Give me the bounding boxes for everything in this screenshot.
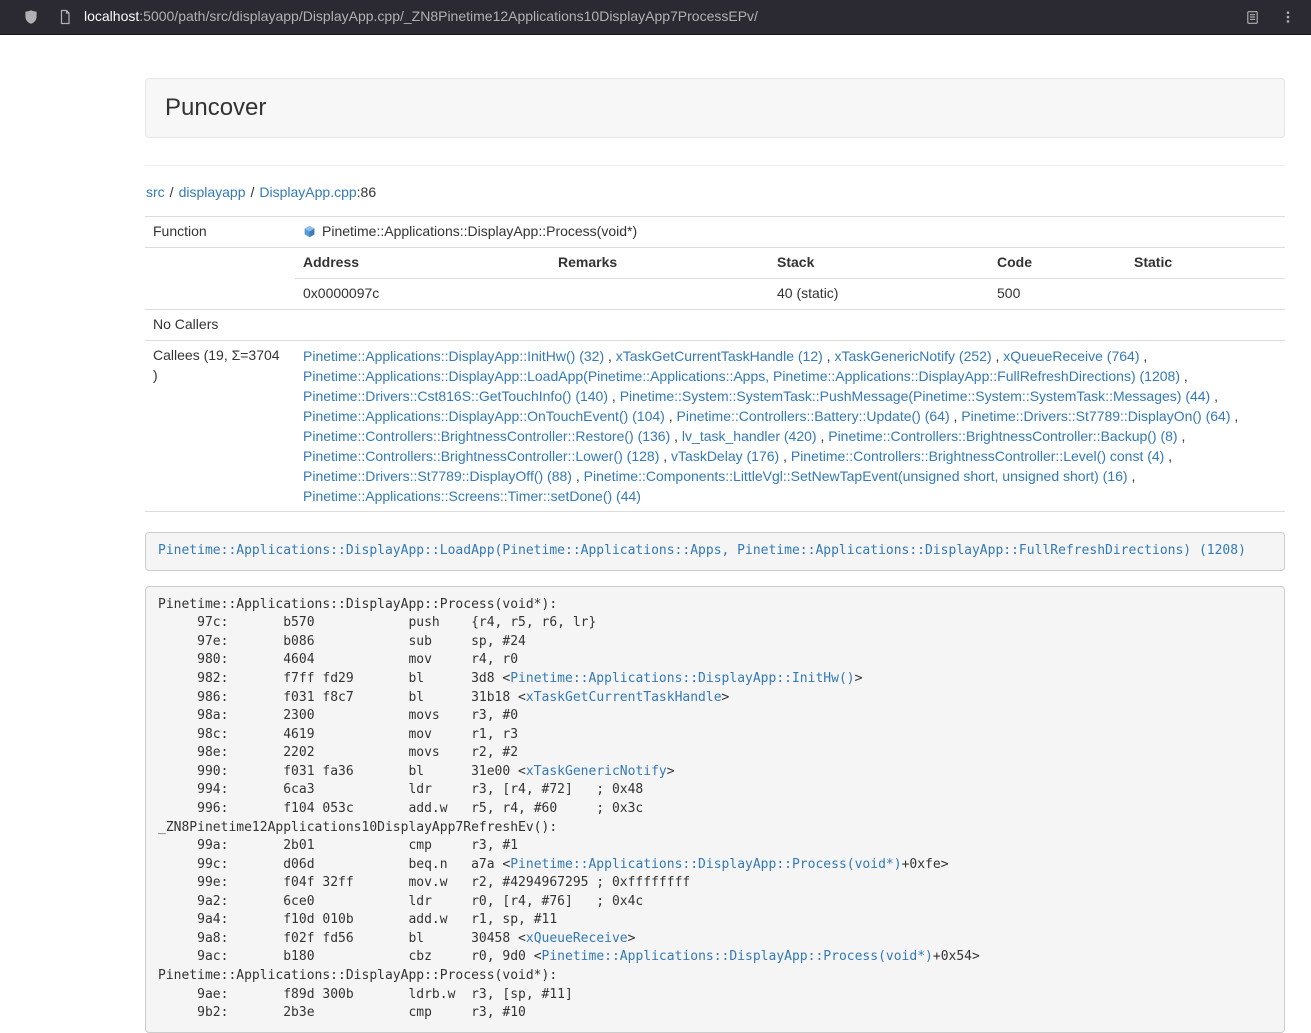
callee-link[interactable]: Pinetime::Controllers::BrightnessControl… [791, 448, 1164, 464]
selected-symbol-box: Pinetime::Applications::DisplayApp::Load… [145, 532, 1285, 571]
symbol-link[interactable]: Pinetime::Applications::DisplayApp::Proc… [510, 857, 901, 872]
breadcrumb-link-file[interactable]: DisplayApp.cpp [259, 184, 356, 200]
column-header-address: Address [295, 248, 550, 278]
callees-list: Pinetime::Applications::DisplayApp::Init… [295, 341, 1285, 512]
function-row: Function Pinetime::Applications::Display… [145, 217, 1285, 248]
reader-mode-icon[interactable] [1241, 6, 1263, 28]
breadcrumb: src/displayapp/DisplayApp.cpp:86 [146, 183, 1285, 203]
main-content: Puncover src/displayapp/DisplayApp.cpp:8… [145, 78, 1285, 1033]
callee-link[interactable]: Pinetime::Controllers::BrightnessControl… [303, 428, 670, 444]
callee-link[interactable]: Pinetime::Drivers::Cst816S::GetTouchInfo… [303, 388, 608, 404]
breadcrumb-link-src[interactable]: src [146, 184, 165, 200]
stats-header-row: Address Remarks Stack Code Static [295, 248, 1285, 278]
callee-link[interactable]: xTaskGenericNotify (252) [834, 348, 991, 364]
page-title: Puncover [165, 94, 266, 121]
callee-link[interactable]: xQueueReceive (764) [1003, 348, 1139, 364]
breadcrumb-separator: / [251, 184, 255, 200]
address-value: 0x0000097c [295, 279, 550, 309]
stats-row: Address Remarks Stack Code Static 0x0000… [145, 248, 1285, 310]
callees-label: Callees (19, Σ=3704 ) [145, 341, 295, 512]
stack-value: 40 (static) [769, 279, 989, 309]
function-label: Function [145, 217, 295, 248]
breadcrumb-link-displayapp[interactable]: displayapp [179, 184, 246, 200]
static-value [1126, 279, 1285, 309]
stats-table-cell: Address Remarks Stack Code Static 0x0000… [295, 248, 1285, 310]
callee-link[interactable]: Pinetime::Controllers::BrightnessControl… [828, 428, 1177, 444]
callee-link[interactable]: Pinetime::System::SystemTask::PushMessag… [620, 388, 1211, 404]
document-icon[interactable] [54, 6, 76, 28]
url-bar[interactable]: localhost:5000/path/src/displayapp/Displ… [84, 7, 1241, 27]
callee-link[interactable]: Pinetime::Controllers::BrightnessControl… [303, 448, 659, 464]
no-callers-cell [295, 310, 1285, 341]
breadcrumb-separator: / [170, 184, 174, 200]
url-path: :5000/path/src/displayapp/DisplayApp.cpp… [139, 8, 758, 24]
url-host: localhost [84, 8, 139, 24]
column-header-static: Static [1126, 248, 1285, 278]
symbol-stats-table: Address Remarks Stack Code Static 0x0000… [295, 248, 1285, 309]
symbol-link[interactable]: Pinetime::Applications::DisplayApp::Proc… [542, 949, 933, 964]
no-callers-row: No Callers [145, 310, 1285, 341]
callee-link[interactable]: vTaskDelay (176) [671, 448, 779, 464]
empty-label-cell [145, 248, 295, 310]
toolbar-right-group [1241, 6, 1299, 28]
symbol-link[interactable]: Pinetime::Applications::DisplayApp::Init… [510, 671, 854, 686]
callees-row: Callees (19, Σ=3704 ) Pinetime::Applicat… [145, 341, 1285, 512]
code-value: 500 [989, 279, 1126, 309]
callee-link[interactable]: Pinetime::Drivers::St7789::DisplayOff() … [303, 468, 572, 484]
function-table: Function Pinetime::Applications::Display… [145, 216, 1285, 512]
column-header-remarks: Remarks [550, 248, 769, 278]
symbol-link[interactable]: xQueueReceive [526, 931, 628, 946]
page-title-panel: Puncover [145, 78, 1285, 138]
callee-link[interactable]: xTaskGetCurrentTaskHandle (12) [616, 348, 823, 364]
disassembly-code-block: Pinetime::Applications::DisplayApp::Proc… [145, 586, 1285, 1033]
function-name: Pinetime::Applications::DisplayApp::Proc… [322, 223, 637, 239]
callee-link[interactable]: Pinetime::Applications::DisplayApp::Load… [303, 368, 1180, 384]
column-header-code: Code [989, 248, 1126, 278]
no-callers-label: No Callers [145, 310, 295, 341]
callee-link[interactable]: Pinetime::Applications::Screens::Timer::… [303, 488, 641, 504]
callee-link[interactable]: Pinetime::Controllers::Battery::Update()… [677, 408, 950, 424]
section-divider [145, 165, 1285, 166]
callee-link[interactable]: lv_task_handler (420) [682, 428, 817, 444]
symbol-link[interactable]: xTaskGetCurrentTaskHandle [526, 690, 722, 705]
stats-value-row: 0x0000097c 40 (static) 500 [295, 279, 1285, 309]
selected-symbol-link[interactable]: Pinetime::Applications::DisplayApp::Load… [158, 543, 1246, 558]
callee-link[interactable]: Pinetime::Applications::DisplayApp::OnTo… [303, 408, 665, 424]
kebab-menu-icon[interactable] [1277, 6, 1299, 28]
breadcrumb-line-number: :86 [357, 184, 376, 200]
remarks-value [550, 279, 769, 309]
function-name-cell: Pinetime::Applications::DisplayApp::Proc… [295, 217, 1285, 248]
callee-link[interactable]: Pinetime::Components::LittleVgl::SetNewT… [584, 468, 1128, 484]
symbol-link[interactable]: xTaskGenericNotify [526, 764, 667, 779]
browser-toolbar: localhost:5000/path/src/displayapp/Displ… [0, 0, 1311, 35]
callee-link[interactable]: Pinetime::Applications::DisplayApp::Init… [303, 348, 604, 364]
shield-icon[interactable] [20, 6, 42, 28]
callee-link[interactable]: Pinetime::Drivers::St7789::DisplayOn() (… [961, 408, 1230, 424]
column-header-stack: Stack [769, 248, 989, 278]
function-icon [303, 225, 316, 238]
